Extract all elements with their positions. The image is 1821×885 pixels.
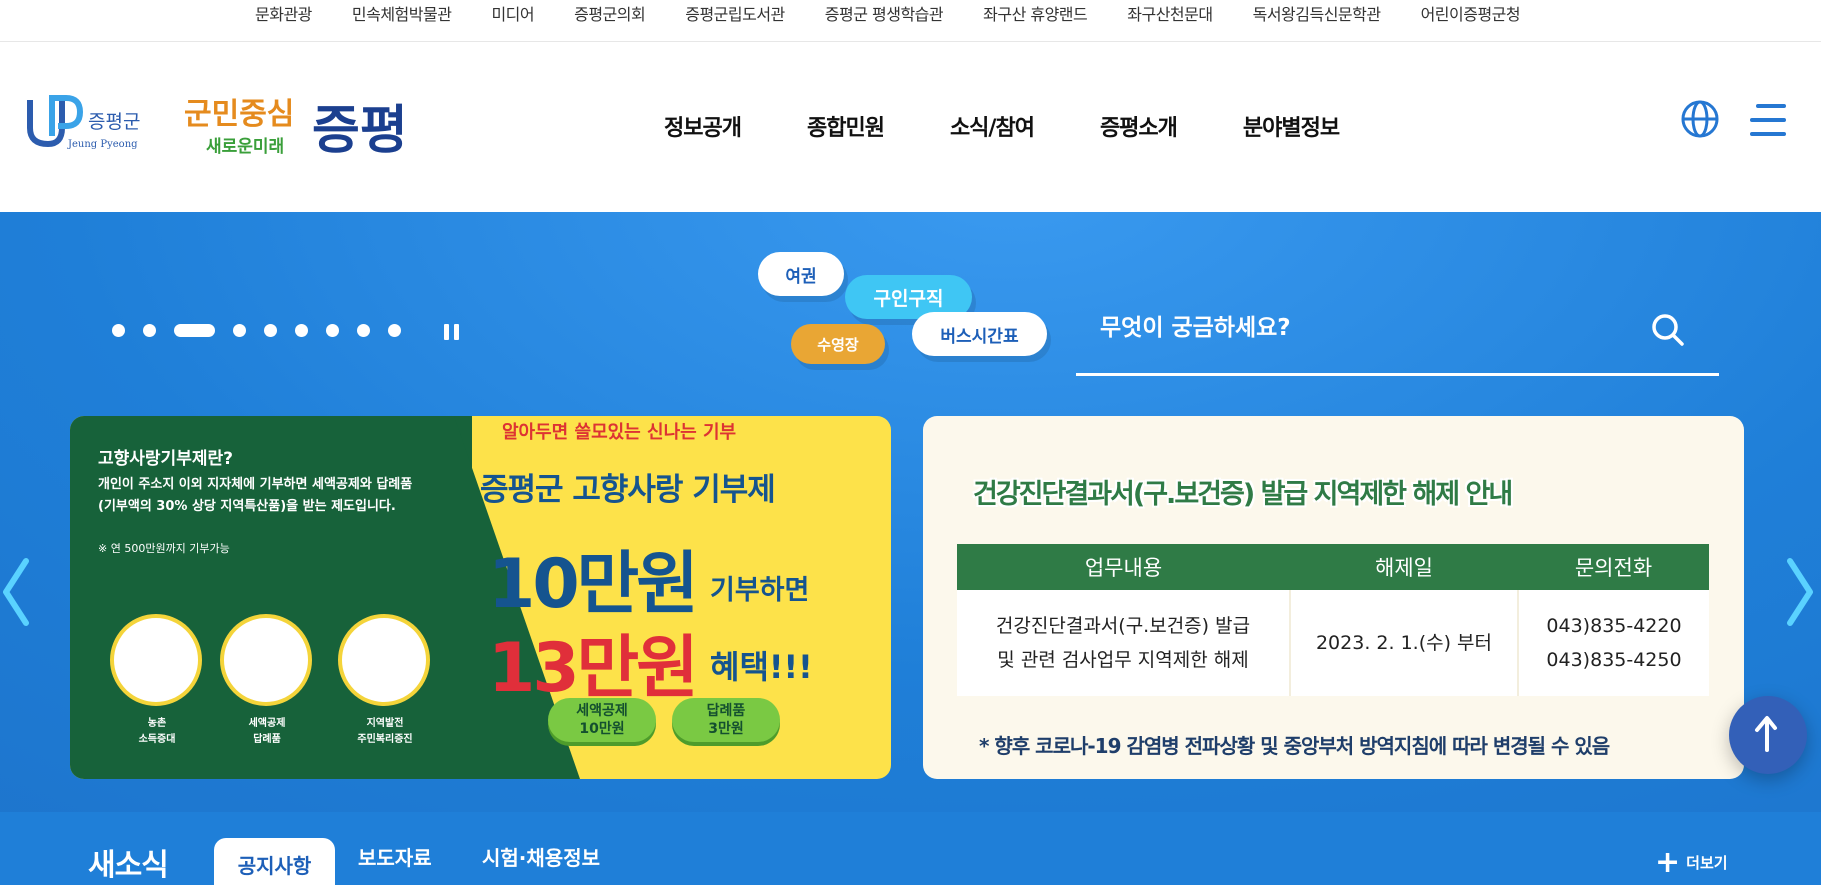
top-link[interactable]: 좌구산천문대 (1127, 1, 1213, 25)
banner2-headline: 건강진단결과서(구.보건증) 발급 지역제한 해제 안내 (973, 479, 1513, 510)
slider-dot[interactable] (388, 324, 401, 337)
top-link[interactable]: 증평군의회 (574, 1, 646, 25)
banner1-amount2: 13만원 (488, 629, 699, 708)
gift-pill: 답례품 3만원 (672, 698, 780, 742)
slider-dot[interactable] (326, 324, 339, 337)
top-link[interactable]: 좌구산 휴양랜드 (983, 1, 1088, 25)
nav-item[interactable]: 증평소개 (1100, 110, 1178, 142)
tax-illustration-circle (220, 614, 312, 706)
col-contact: 문의전화 (1518, 544, 1709, 590)
slogan-a: 군민중심 (184, 97, 294, 132)
banner1-amount2-suffix: 혜택!!! (710, 648, 813, 686)
news-title: 새소식 (88, 848, 169, 883)
arrow-up-icon (1755, 716, 1777, 752)
community-illustration-circle (338, 614, 430, 706)
col-date: 해제일 (1290, 544, 1518, 590)
main-navigation: 정보공개 종합민원 소식/참여 증평소개 분야별정보 (664, 110, 1405, 142)
top-link[interactable]: 독서왕김득신문학관 (1253, 1, 1381, 25)
top-link[interactable]: 어린이증평군청 (1421, 1, 1521, 25)
banner2-note: * 향후 코로나-19 감염병 전파상황 및 중앙부처 방역지침에 따라 변경될… (979, 734, 1610, 758)
plus-icon: + (1655, 844, 1681, 880)
banner-hometown-donation[interactable]: 고향사랑기부제란? 개인이 주소지 이외 지자체에 기부하면 세액공제와 답례품… (70, 416, 891, 779)
slider-dot[interactable] (357, 324, 370, 337)
search-input[interactable] (1076, 298, 1636, 358)
nav-item[interactable]: 소식/참여 (950, 110, 1035, 142)
cell-contact: 043)835-4220 043)835-4250 (1518, 590, 1709, 696)
top-link[interactable]: 증평군립도서관 (685, 1, 785, 25)
cell-date: 2023. 2. 1.(수) 부터 (1290, 590, 1519, 696)
jeungpyeong-logo[interactable]: 증평군 Jeung Pyeong (22, 90, 152, 152)
circle-label-3: 지역발전 주민복리증진 (357, 718, 413, 745)
circle-label-1: 농촌 소득증대 (138, 718, 176, 745)
top-utility-bar: 문화관광 민속체험박물관 미디어 증평군의회 증평군립도서관 증평군 평생학습관 좌구산 휴… (0, 0, 1821, 42)
search-icon[interactable] (1650, 312, 1686, 348)
top-link[interactable]: 문화관광 (255, 1, 312, 25)
slider-pause-button[interactable] (443, 324, 461, 340)
top-link[interactable]: 증평군 평생학습관 (825, 1, 944, 25)
banner1-title: 고향사랑기부제란? (98, 449, 233, 469)
jp-logo-mark-icon: 증평군 Jeung Pyeong (27, 95, 140, 150)
logo-sub: Jeung Pyeong (67, 139, 138, 150)
banner1-amount1-suffix: 기부하면 (710, 575, 810, 606)
banner1-description: 개인이 주소지 이외 지자체에 기부하면 세액공제와 답례품(기부액의 30% … (98, 477, 413, 514)
header: 증평군 Jeung Pyeong 군민중심 새로운미래 증평 정보공개 종합민원 소… (0, 42, 1821, 212)
hamburger-menu-icon[interactable] (1748, 102, 1788, 138)
slider-pagination (112, 324, 419, 337)
banner-health-certificate[interactable]: 건강진단결과서(구.보건증) 발급 지역제한 해제 안내 업무내용 해제일 문의… (923, 416, 1744, 779)
globe-icon[interactable] (1680, 99, 1720, 139)
circle-label-2: 세액공제 답례품 (248, 718, 286, 745)
scroll-to-top-button[interactable] (1729, 696, 1807, 774)
banner1-headline: 증평군 고향사랑 기부제 (480, 472, 776, 508)
more-label: 더보기 (1686, 854, 1728, 872)
tab-notice[interactable]: 공지사항 (214, 838, 335, 885)
top-link[interactable]: 미디어 (491, 1, 534, 25)
slider-dot[interactable] (174, 324, 215, 337)
search-box (1076, 288, 1719, 376)
slider-next-arrow-icon[interactable] (1786, 557, 1816, 627)
slogan-b: 새로운미래 (206, 137, 284, 157)
banner2-table: 업무내용 해제일 문의전화 건강진단결과서(구.보건증) 발급 및 관련 검사업… (957, 544, 1709, 696)
slider-dot[interactable] (264, 324, 277, 337)
slider-dot[interactable] (112, 324, 125, 337)
more-button[interactable]: + 더보기 (1655, 844, 1728, 880)
table-row: 건강진단결과서(구.보건증) 발급 및 관련 검사업무 지역제한 해제 2023… (957, 590, 1709, 696)
tab-recruit[interactable]: 시험·채용정보 (482, 842, 600, 871)
farmer-illustration-circle (110, 614, 202, 706)
keyword-bus-timetable[interactable]: 버스시간표 (912, 312, 1047, 356)
banner1-top-line: 알아두면 쓸모있는 신나는 기부 (502, 422, 737, 443)
hero-section: 여권 구인구직 수영장 버스시간표 고향사랑기부제란? 개인이 주소지 이외 지… (0, 212, 1821, 885)
keyword-passport[interactable]: 여권 (758, 252, 844, 296)
top-link[interactable]: 민속체험박물관 (352, 1, 452, 25)
tax-deduction-pill: 세액공제 10만원 (548, 698, 656, 742)
slider-dot[interactable] (295, 324, 308, 337)
nav-item[interactable]: 정보공개 (664, 110, 742, 142)
slider-prev-arrow-icon[interactable] (0, 557, 30, 627)
slogan-brand: 증평 (312, 101, 408, 161)
tab-press[interactable]: 보도자료 (358, 842, 432, 871)
col-task: 업무내용 (957, 544, 1290, 590)
cell-task: 건강진단결과서(구.보건증) 발급 및 관련 검사업무 지역제한 해제 (957, 590, 1291, 696)
nav-item[interactable]: 분야별정보 (1243, 110, 1340, 142)
slider-dot[interactable] (143, 324, 156, 337)
slogan-logo: 군민중심 새로운미래 증평 (182, 70, 422, 170)
logo-name: 증평군 (88, 111, 140, 133)
keyword-swimming-pool[interactable]: 수영장 (791, 324, 885, 364)
banner1-note: ※ 연 500만원까지 기부가능 (98, 542, 230, 555)
top-links: 문화관광 민속체험박물관 미디어 증평군의회 증평군립도서관 증평군 평생학습관 좌구산 휴… (255, 0, 1560, 26)
slider-dot[interactable] (233, 324, 246, 337)
nav-item[interactable]: 종합민원 (807, 110, 885, 142)
